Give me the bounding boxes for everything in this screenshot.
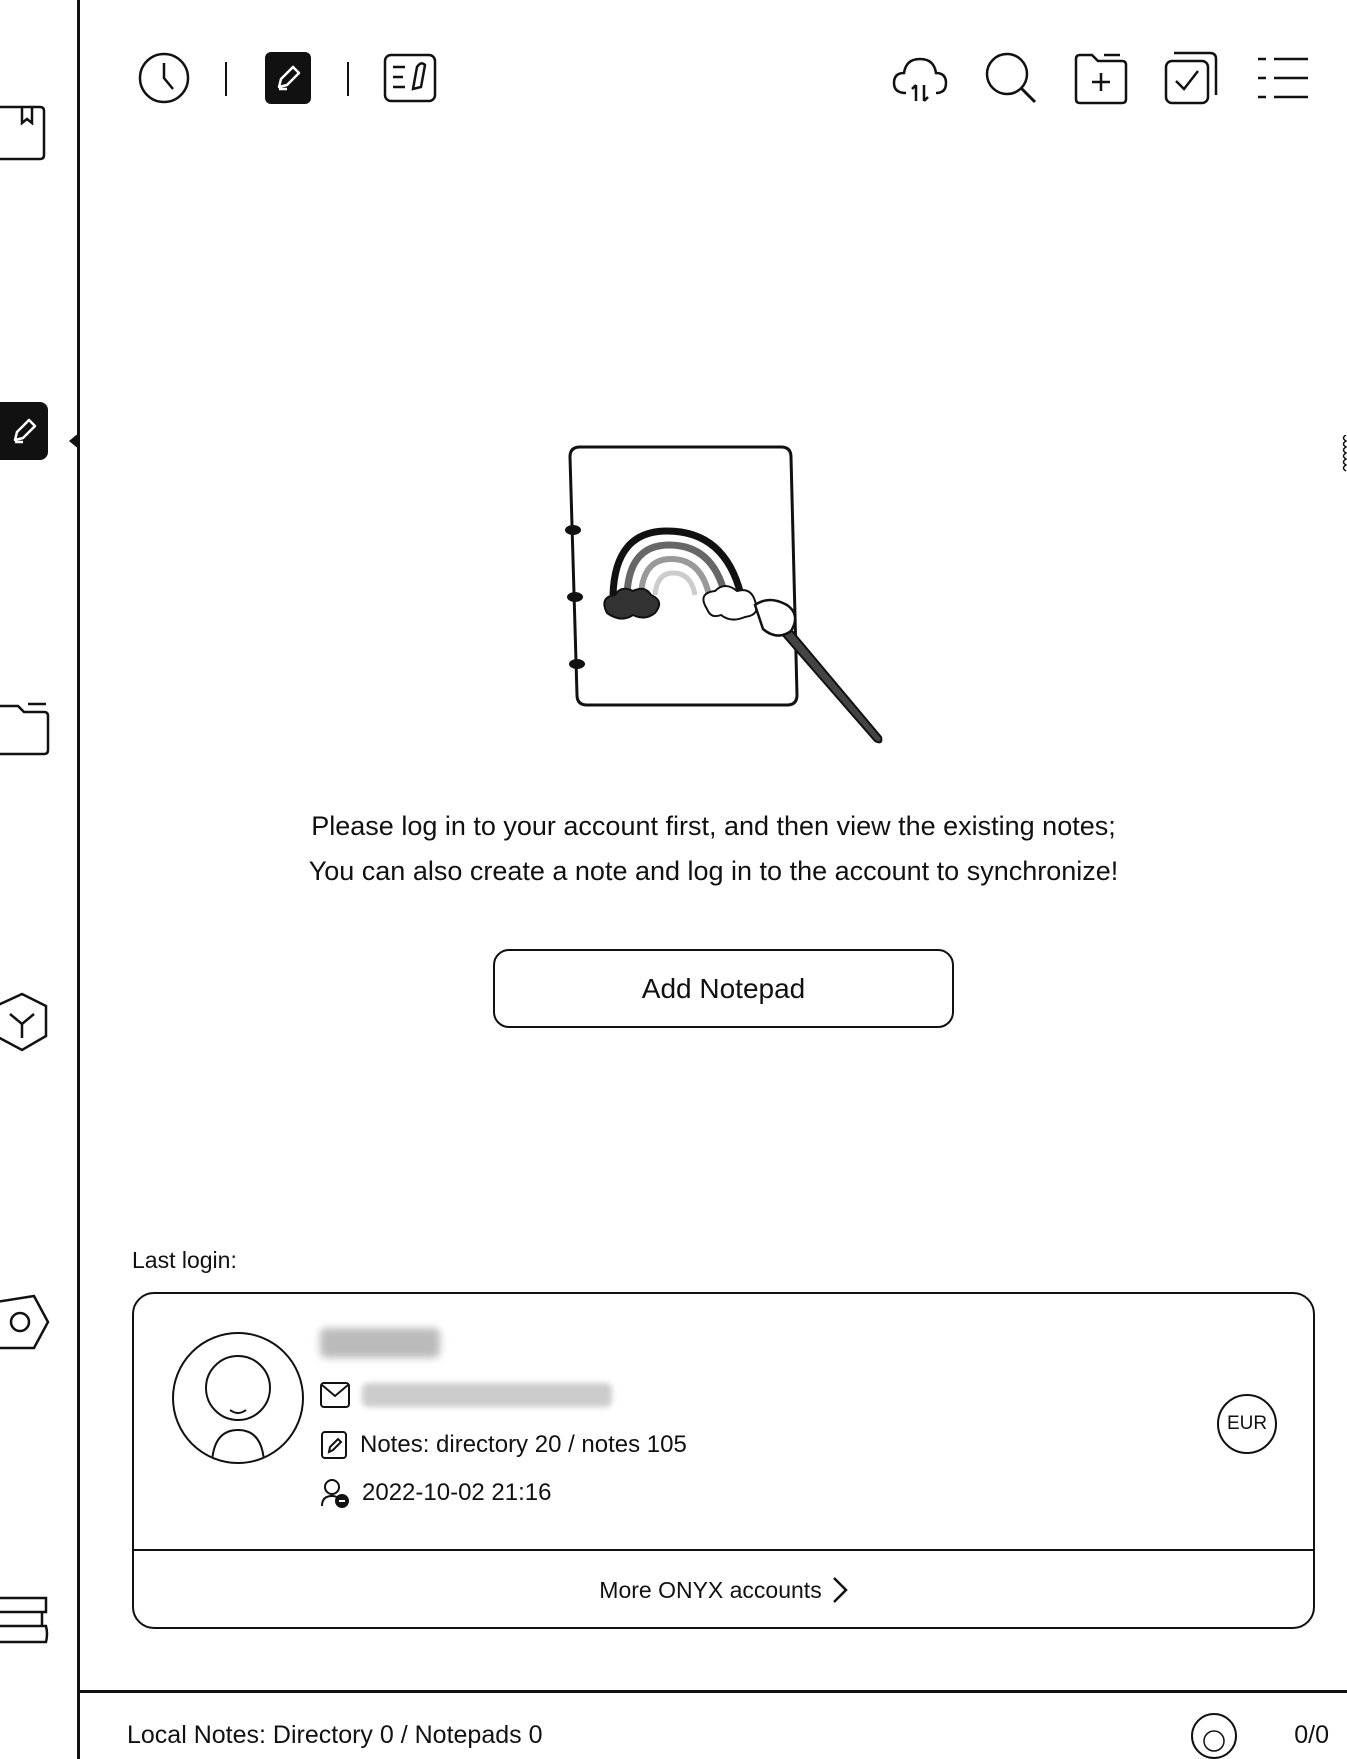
- list-view-icon[interactable]: [1255, 50, 1311, 106]
- sidebar-item-notes[interactable]: [0, 402, 48, 460]
- login-message-line1: Please log in to your account first, and…: [311, 811, 1116, 841]
- more-accounts-link[interactable]: More ONYX accounts: [134, 1551, 1313, 1629]
- mail-icon: [320, 1382, 350, 1408]
- add-folder-icon[interactable]: [1073, 50, 1129, 106]
- apps-cube-icon[interactable]: [0, 992, 50, 1052]
- folder-icon[interactable]: [0, 698, 50, 758]
- login-time-row: 2022-10-02 21:16: [320, 1478, 552, 1508]
- local-notes-summary: Local Notes: Directory 0 / Notepads 0: [127, 1721, 543, 1749]
- notes-stats: Notes: directory 20 / notes 105: [360, 1431, 687, 1458]
- user-time-icon: [321, 1479, 349, 1508]
- search-icon[interactable]: [983, 50, 1039, 106]
- bookmark-book-icon[interactable]: [0, 103, 50, 163]
- pencil-note-icon: [277, 65, 301, 91]
- more-accounts-label: More ONYX accounts: [599, 1576, 822, 1603]
- add-notepad-button[interactable]: Add Notepad: [493, 949, 954, 1028]
- login-message-line2: You can also create a note and log in to…: [308, 856, 1119, 886]
- email-row: [320, 1382, 612, 1408]
- cloud-sync-icon[interactable]: [892, 50, 948, 106]
- toolbar-separator: [347, 62, 349, 96]
- recent-clock-icon[interactable]: [136, 50, 192, 106]
- account-card[interactable]: Notes: directory 20 / notes 105 2022-10-…: [132, 1292, 1315, 1629]
- avatar: [172, 1332, 304, 1464]
- sync-status-icon[interactable]: [1191, 1713, 1237, 1759]
- active-pointer: [69, 432, 80, 450]
- account-name-redacted: [320, 1328, 440, 1358]
- page-counter: 0/0: [1294, 1721, 1329, 1749]
- login-time: 2022-10-02 21:16: [362, 1479, 552, 1506]
- chevron-right-icon: [832, 1577, 848, 1603]
- note-list-icon[interactable]: [382, 50, 438, 106]
- tab-notes[interactable]: [260, 50, 316, 106]
- currency-badge[interactable]: EUR: [1217, 1394, 1277, 1454]
- multi-select-icon[interactable]: [1163, 50, 1219, 106]
- settings-hex-icon[interactable]: [0, 1292, 50, 1352]
- bottom-bar: Local Notes: Directory 0 / Notepads 0 0/…: [80, 1690, 1347, 1759]
- toolbar-separator: [225, 62, 227, 96]
- pencil-note-icon: [13, 418, 37, 444]
- email-redacted: [362, 1383, 612, 1407]
- books-stack-icon[interactable]: [0, 1588, 50, 1648]
- note-edit-icon: [321, 1431, 347, 1459]
- drag-handle-icon[interactable]: [1341, 435, 1347, 473]
- last-login-label: Last login:: [132, 1247, 237, 1273]
- notebook-rainbow-illustration: [565, 445, 883, 744]
- notes-stats-row: Notes: directory 20 / notes 105: [320, 1430, 687, 1460]
